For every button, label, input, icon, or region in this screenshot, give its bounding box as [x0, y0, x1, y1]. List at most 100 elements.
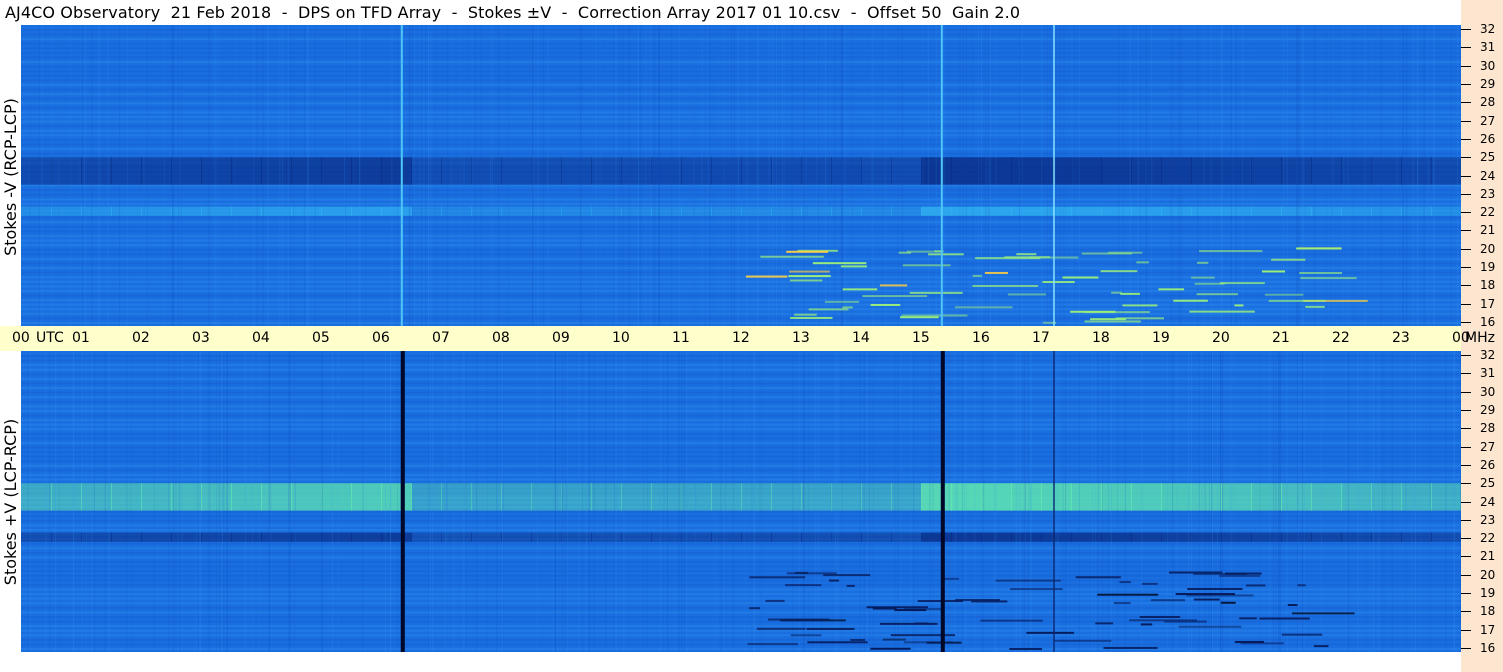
heatmap-striation: [757, 25, 759, 326]
heatmap-striation: [1049, 25, 1051, 326]
heatmap-striation: [578, 351, 580, 652]
heatmap-striation: [476, 351, 478, 652]
heatmap-striation: [331, 351, 333, 652]
heatmap-striation: [365, 351, 367, 652]
heatmap-striation: [803, 351, 805, 652]
frequency-tick: [1461, 285, 1471, 287]
heatmap-burst: [823, 574, 871, 577]
heatmap-striation: [966, 351, 968, 652]
heatmap-burst: [1246, 584, 1266, 587]
bottom-panel-ylabel: Stokes +V (LCP-RCP): [1, 418, 20, 586]
heatmap-striation: [223, 351, 225, 652]
heatmap-striation: [1235, 25, 1237, 326]
heatmap-striation: [650, 25, 652, 326]
heatmap-burst: [972, 284, 1039, 287]
heatmap-band-row: [21, 271, 1461, 274]
heatmap-burst: [1084, 311, 1150, 314]
frequency-tick-label: 29: [1480, 76, 1496, 91]
heatmap-striation: [1074, 25, 1076, 326]
heatmap-striation: [1078, 25, 1080, 326]
heatmap-bright-band: [321, 483, 352, 511]
heatmap-striation: [463, 25, 465, 326]
heatmap-dark-band: [1371, 157, 1402, 185]
heatmap-bright-band: [51, 206, 82, 216]
time-tick-label: 14: [852, 330, 870, 346]
heatmap-band-row: [21, 547, 1461, 550]
heatmap-striation: [1170, 25, 1172, 326]
heatmap-vertical-line: [400, 25, 403, 326]
heatmap-dark-band: [561, 157, 592, 185]
heatmap-striation: [1417, 25, 1419, 326]
heatmap-dark-band: [411, 157, 442, 185]
heatmap-striation: [995, 25, 997, 326]
heatmap-bright-band: [351, 206, 382, 216]
heatmap-striation: [1278, 351, 1280, 652]
heatmap-band-row: [21, 83, 1461, 86]
heatmap-burst: [984, 271, 1008, 274]
heatmap-striation: [537, 25, 539, 326]
frequency-tick-label: 26: [1480, 131, 1496, 146]
heatmap-dark-band: [891, 532, 922, 542]
heatmap-dark-band: [531, 157, 562, 185]
heatmap-burst: [812, 262, 867, 265]
heatmap-striation: [965, 25, 967, 326]
heatmap-band-row: [21, 474, 1461, 477]
heatmap-bright-band: [531, 206, 562, 216]
heatmap-band-row: [21, 65, 1461, 68]
heatmap-striation: [901, 25, 903, 326]
heatmap-burst: [749, 576, 806, 579]
heatmap-striation: [645, 25, 647, 326]
heatmap-striation: [1361, 351, 1363, 652]
heatmap-striation: [756, 25, 758, 326]
heatmap-striation: [842, 25, 844, 326]
frequency-tick: [1461, 83, 1471, 85]
frequency-tick-label: 28: [1480, 421, 1496, 436]
heatmap-burst: [749, 607, 760, 610]
heatmap-band-row: [21, 620, 1461, 623]
heatmap-striation: [772, 25, 774, 326]
frequency-tick-label: 16: [1480, 641, 1496, 655]
heatmap-striation: [703, 25, 705, 326]
heatmap-striation: [258, 351, 260, 652]
heatmap-striation: [215, 25, 217, 326]
frequency-tick-label: 19: [1480, 260, 1496, 275]
heatmap-band-row: [21, 308, 1461, 311]
heatmap-band-row: [21, 125, 1461, 128]
heatmap-vertical-line: [400, 351, 405, 652]
heatmap-striation: [723, 25, 725, 326]
heatmap-striation: [164, 25, 166, 326]
time-tick-label: 05: [312, 330, 330, 346]
heatmap-bright-band: [1041, 206, 1072, 216]
heatmap-dark-band: [981, 532, 1012, 542]
heatmap-dark-band: [1341, 157, 1372, 185]
heatmap-striation: [104, 351, 106, 652]
heatmap-burst: [850, 638, 866, 641]
heatmap-striation: [337, 351, 339, 652]
heatmap-striation: [496, 351, 498, 652]
heatmap-striation: [1220, 351, 1222, 652]
heatmap-burst: [828, 579, 839, 582]
heatmap-striation: [1396, 25, 1398, 326]
heatmap-dark-band: [1221, 532, 1252, 542]
heatmap-burst: [1219, 282, 1265, 285]
heatmap-dark-band: [411, 532, 442, 542]
heatmap-burst: [1196, 293, 1238, 296]
heatmap-dark-band: [441, 157, 472, 185]
heatmap-burst: [1240, 642, 1284, 645]
heatmap-striation: [38, 25, 40, 326]
heatmap-bright-band: [1251, 483, 1282, 511]
heatmap-striation: [293, 25, 295, 326]
heatmap-striation: [799, 351, 801, 652]
heatmap-band-row: [21, 373, 1461, 376]
heatmap-bright-band: [861, 206, 892, 216]
heatmap-band-row: [21, 551, 1461, 554]
heatmap-bright-band: [1431, 206, 1461, 216]
heatmap-striation: [1177, 25, 1179, 326]
heatmap-striation: [693, 25, 695, 326]
heatmap-dark-band: [1251, 532, 1282, 542]
heatmap-burst: [790, 316, 833, 319]
heatmap-bright-band: [831, 206, 862, 216]
heatmap-band-row: [21, 33, 1461, 36]
heatmap-striation: [491, 25, 493, 326]
heatmap-band-row: [21, 515, 1461, 518]
